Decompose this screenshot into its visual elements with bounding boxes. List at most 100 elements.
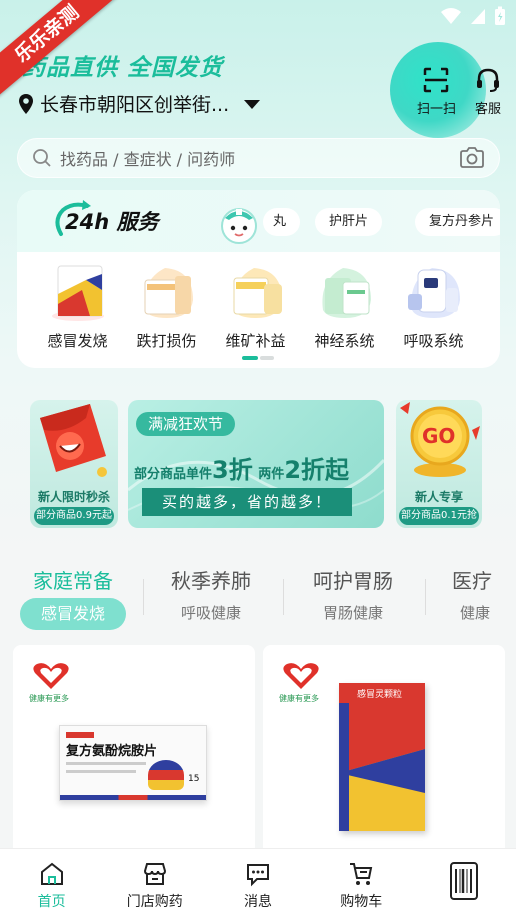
tab-autumn-lung[interactable]: 秋季养肺 呼吸健康 bbox=[158, 565, 264, 623]
product-box: 感冒灵颗粒 bbox=[339, 683, 425, 831]
wifi-icon bbox=[441, 8, 461, 24]
cart-icon bbox=[350, 863, 373, 885]
service-card: 24h 服务 丸 护肝片 复方丹参片 感冒发烧 跌打损伤 维矿补益 神经系统 呼… bbox=[17, 190, 500, 368]
chip-3[interactable]: 复方丹参片 bbox=[415, 208, 500, 236]
signal-icon bbox=[471, 9, 485, 24]
home-icon bbox=[40, 862, 63, 885]
promo-right-coin-text: GO bbox=[422, 424, 456, 448]
service-title: 24h 服务 bbox=[65, 210, 159, 234]
nav-label: 门店购药 bbox=[126, 894, 183, 910]
chip-1[interactable]: 丸 bbox=[263, 208, 301, 236]
customer-service-label: 客服 bbox=[474, 102, 501, 117]
promo-left-sub: 部分商品0.9元起 bbox=[34, 507, 114, 525]
respiratory-icon bbox=[407, 268, 460, 318]
nav-messages[interactable]: 消息 bbox=[206, 849, 309, 919]
brand-tagline: 健康有更多 bbox=[279, 694, 319, 703]
promo-center-headline: 部分商品单件3折 两件2折起 bbox=[134, 456, 350, 484]
category-nerve-label: 神经系统 bbox=[314, 332, 375, 350]
camera-icon[interactable] bbox=[459, 147, 485, 169]
page-indicator bbox=[242, 356, 274, 360]
tab-title: 家庭常备 bbox=[33, 569, 113, 593]
promo-new-user-flash[interactable]: 新人限时秒杀 部分商品0.9元起 bbox=[30, 400, 118, 528]
nurse-mascot-icon bbox=[221, 208, 257, 244]
store-icon bbox=[143, 863, 166, 885]
category-tabs: 家庭常备 感冒发烧 秋季养肺 呼吸健康 呵护胃肠 胃肠健康 医疗 健康 bbox=[0, 565, 516, 635]
nerve-icon bbox=[321, 268, 371, 318]
tab-subtitle: 呼吸健康 bbox=[180, 604, 241, 622]
nav-cart[interactable]: 购物车 bbox=[310, 849, 413, 919]
caret-down-icon bbox=[244, 99, 261, 109]
top-actions: 扫一扫 客服 bbox=[417, 66, 502, 117]
location-selector[interactable]: 长春市朝阳区创举街... bbox=[18, 90, 261, 117]
scan-label: 扫一扫 bbox=[416, 102, 456, 117]
tab-divider bbox=[283, 579, 284, 615]
status-bar bbox=[440, 6, 506, 26]
category-injury[interactable]: 跌打损伤 bbox=[122, 260, 211, 351]
tab-title: 呵护胃肠 bbox=[313, 569, 393, 593]
category-cold[interactable]: 感冒发烧 bbox=[33, 260, 122, 351]
product-card[interactable]: 健康有更多 感冒灵颗粒 bbox=[263, 645, 505, 855]
category-cold-label: 感冒发烧 bbox=[47, 332, 108, 350]
bottom-nav: 首页 门店购药 消息 购物车 bbox=[0, 848, 516, 919]
box-brand-mark bbox=[66, 732, 94, 738]
category-injury-label: 跌打损伤 bbox=[136, 332, 197, 350]
promo-right-sub: 部分商品0.1元抢 bbox=[399, 507, 479, 525]
search-bar[interactable]: 找药品 / 查症状 / 问药师 bbox=[17, 138, 500, 178]
tab-medical[interactable]: 医疗 健康 bbox=[446, 565, 516, 623]
box-color-blocks bbox=[339, 683, 425, 831]
promo-center-tag: 满减狂欢节 bbox=[136, 412, 236, 436]
search-placeholder: 找药品 / 查症状 / 问药师 bbox=[60, 150, 236, 169]
tab-title: 医疗 bbox=[452, 569, 492, 593]
tab-title: 秋季养肺 bbox=[171, 569, 251, 593]
box-title: 感冒灵颗粒 bbox=[357, 690, 403, 700]
nav-home[interactable]: 首页 bbox=[0, 849, 103, 919]
box-title: 复方氨酚烷胺片 bbox=[66, 744, 158, 759]
barcode-icon bbox=[450, 862, 479, 900]
customer-service-button[interactable]: 客服 bbox=[474, 66, 502, 117]
promo-left-title: 新人限时秒杀 bbox=[37, 490, 110, 504]
cold-medicine-icon bbox=[51, 265, 104, 321]
red-envelope-icon bbox=[40, 404, 107, 477]
brand-tagline: 健康有更多 bbox=[29, 694, 69, 703]
promo-new-user-exclusive[interactable]: GO 新人专享 部分商品0.1元抢 bbox=[396, 400, 482, 528]
nav-store[interactable]: 门店购药 bbox=[103, 849, 206, 919]
box-bottom-stripe bbox=[60, 795, 206, 800]
category-vitamin-label: 维矿补益 bbox=[225, 332, 286, 350]
vitamin-icon bbox=[232, 268, 282, 318]
scan-button[interactable]: 扫一扫 bbox=[417, 66, 456, 117]
category-nerve[interactable]: 神经系统 bbox=[300, 260, 389, 351]
category-respiratory[interactable]: 呼吸系统 bbox=[389, 260, 478, 351]
category-vitamin[interactable]: 维矿补益 bbox=[211, 260, 300, 351]
tab-stomach-care[interactable]: 呵护胃肠 胃肠健康 bbox=[300, 565, 406, 623]
tab-family-stock[interactable]: 家庭常备 感冒发烧 bbox=[20, 565, 126, 630]
chip-2[interactable]: 护肝片 bbox=[315, 208, 383, 236]
category-respiratory-label: 呼吸系统 bbox=[403, 332, 464, 350]
tab-subtitle: 感冒发烧 bbox=[20, 598, 126, 630]
promo-discount-festival[interactable]: 满减狂欢节 部分商品单件3折 两件2折起 买的越多，省的越多！ bbox=[128, 400, 384, 528]
box-number: 15 bbox=[188, 774, 200, 784]
category-row: 感冒发烧 跌打损伤 维矿补益 神经系统 呼吸系统 bbox=[17, 260, 500, 351]
nav-barcode[interactable] bbox=[413, 849, 516, 919]
box-text-lines bbox=[66, 762, 146, 765]
nav-label: 首页 bbox=[37, 894, 66, 910]
location-pin-icon bbox=[19, 93, 33, 114]
brand-heart-logo bbox=[33, 663, 69, 689]
box-stripe-graphic bbox=[148, 760, 184, 790]
product-box: 复方氨酚烷胺片 15 bbox=[59, 725, 207, 801]
tab-divider bbox=[425, 579, 426, 615]
headset-icon bbox=[477, 68, 499, 92]
nav-label: 购物车 bbox=[340, 894, 383, 910]
promo-right-title: 新人专享 bbox=[414, 490, 463, 504]
injury-icon bbox=[143, 268, 193, 318]
product-card[interactable]: 健康有更多 复方氨酚烷胺片 15 bbox=[13, 645, 255, 855]
hero-slogan: 药品直供 全国发货 bbox=[22, 55, 224, 81]
scan-icon bbox=[424, 67, 449, 93]
message-icon bbox=[247, 864, 269, 887]
tab-divider bbox=[143, 579, 144, 615]
tab-subtitle: 胃肠健康 bbox=[322, 604, 383, 622]
service-header: 24h 服务 丸 护肝片 复方丹参片 bbox=[17, 190, 500, 252]
box-text-lines bbox=[66, 770, 136, 773]
promo-center-banner: 买的越多，省的越多！ bbox=[142, 488, 352, 516]
search-icon bbox=[33, 149, 51, 167]
battery-icon bbox=[495, 6, 505, 25]
